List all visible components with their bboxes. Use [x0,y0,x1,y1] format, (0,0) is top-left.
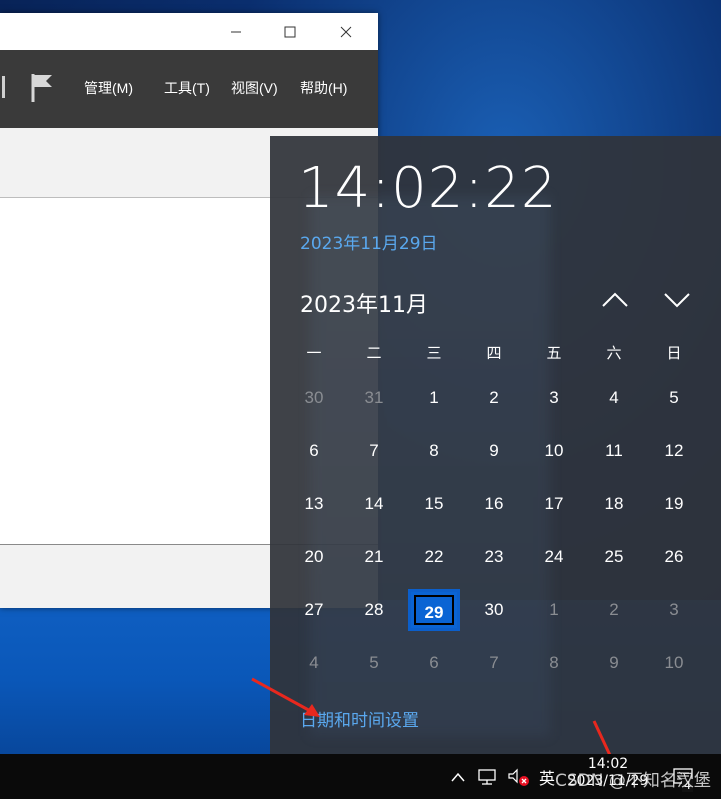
chevron-up-icon [451,772,465,781]
calendar-day[interactable]: 15 [408,483,460,525]
calendar-day[interactable]: 20 [288,536,340,578]
current-date-link[interactable]: 2023年11月29日 [300,229,438,254]
clock-flyout: 14:02:22 2023年11月29日 2023年11月 一 二 三 四 五 六 日 30… [270,136,721,754]
menu-bar: 管理(M) 工具(T) 视图(V) 帮助(H) [0,50,378,128]
calendar-day[interactable]: 18 [588,483,640,525]
minimize-button[interactable] [212,13,260,50]
network-button[interactable] [474,754,502,799]
calendar-day[interactable]: 27 [288,589,340,631]
calendar-day[interactable]: 3 [528,377,580,419]
calendar-day[interactable]: 14 [348,483,400,525]
title-bar [0,13,378,50]
calendar-day[interactable]: 25 [588,536,640,578]
weekday-label: 五 [546,344,562,362]
month-label[interactable]: 2023年11月 [300,287,428,319]
calendar-day[interactable]: 10 [528,430,580,472]
calendar-day[interactable]: 1 [528,589,580,631]
calendar-day[interactable]: 2 [588,589,640,631]
close-icon [340,26,352,37]
weekday-label: 三 [426,344,442,362]
calendar-day[interactable]: 9 [588,642,640,684]
weekday-label: 六 [606,344,622,362]
calendar-day[interactable]: 30 [468,589,520,631]
calendar-day[interactable]: 11 [588,430,640,472]
calendar-day[interactable]: 23 [468,536,520,578]
volume-muted-icon [508,768,529,786]
maximize-button[interactable] [266,13,314,50]
calendar-day[interactable]: 28 [348,589,400,631]
calendar-day[interactable]: 26 [648,536,700,578]
close-button[interactable] [322,13,370,50]
menu-tools[interactable]: 工具(T) [164,78,210,98]
minimize-icon [231,31,241,32]
calendar-day[interactable]: 7 [468,642,520,684]
previous-month-button[interactable] [600,290,630,314]
flag-icon [31,74,52,102]
calendar-day[interactable]: 4 [588,377,640,419]
calendar-day[interactable]: 19 [648,483,700,525]
calendar-day[interactable]: 3 [648,589,700,631]
menu-manage[interactable]: 管理(M) [84,78,133,98]
calendar-day[interactable]: 7 [348,430,400,472]
annotation-arrow-settings [251,677,320,717]
volume-button[interactable] [504,754,532,799]
calendar-day[interactable]: 9 [468,430,520,472]
calendar-day[interactable]: 6 [408,642,460,684]
calendar-day[interactable]: 1 [408,377,460,419]
weekday-label: 二 [366,344,382,362]
calendar-day[interactable]: 2 [468,377,520,419]
calendar-day[interactable]: 30 [288,377,340,419]
calendar-day[interactable]: 22 [408,536,460,578]
calendar-day[interactable]: 16 [468,483,520,525]
maximize-icon [284,26,296,37]
calendar-day[interactable]: 21 [348,536,400,578]
calendar-day[interactable]: 10 [648,642,700,684]
calendar-day[interactable]: 8 [408,430,460,472]
calendar-day-today[interactable]: 29 [408,589,460,631]
calendar-day[interactable]: 8 [528,642,580,684]
calendar-day[interactable]: 17 [528,483,580,525]
next-month-button[interactable] [662,290,692,314]
show-hidden-icons-button[interactable] [446,754,470,799]
calendar-day[interactable]: 24 [528,536,580,578]
calendar-day[interactable]: 12 [648,430,700,472]
calendar-day[interactable]: 5 [648,377,700,419]
chevron-up-icon [602,292,628,307]
menu-help[interactable]: 帮助(H) [300,78,347,98]
calendar-day[interactable]: 6 [288,430,340,472]
network-icon [478,768,496,785]
calendar-day[interactable]: 31 [348,377,400,419]
weekday-label: 日 [666,344,682,362]
toolbar-separator [2,76,5,98]
calendar-day[interactable]: 13 [288,483,340,525]
flag-button[interactable] [30,72,54,108]
chevron-down-icon [664,293,690,308]
weekday-label: 四 [486,344,502,362]
watermark-text: CSDN @不知名汉堡 [555,771,711,791]
weekday-label: 一 [306,344,322,362]
calendar-day[interactable]: 5 [348,642,400,684]
current-time: 14:02:22 [298,156,558,221]
menu-view[interactable]: 视图(V) [231,78,278,98]
